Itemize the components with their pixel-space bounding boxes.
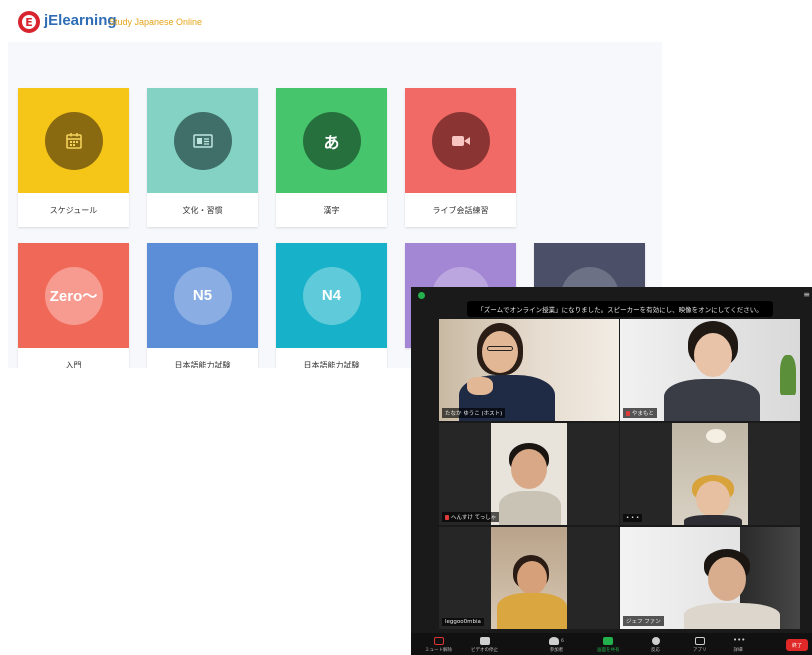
meeting-banner: 「ズームでオンライン授業」になりました。スピーカーを有効にし、映像をオンにしてく… [467, 301, 773, 317]
share-screen-button[interactable]: 画面を共有 [597, 637, 620, 653]
logo-letter: E [22, 15, 36, 29]
participant-name-tag: やまもと [623, 408, 657, 418]
card-tile: N5 [147, 243, 258, 348]
unmute-button[interactable]: ミュート解除 [425, 637, 452, 653]
card-tile [18, 88, 129, 193]
lamp-decoration [706, 429, 726, 443]
more-dots-icon: ••• [733, 636, 746, 644]
course-card-culture[interactable]: 文化・習慣 [147, 88, 258, 227]
video-camera-icon [479, 637, 490, 645]
logo-icon[interactable]: E [18, 11, 40, 33]
share-screen-icon [603, 637, 614, 645]
apps-icon [694, 637, 705, 645]
card-tile [147, 88, 258, 193]
course-card-live-conversation[interactable]: ライブ会話練習 [405, 88, 516, 227]
zoom-meeting-window: ≡ 「ズームでオンライン授業」になりました。スピーカーを有効にし、映像をオンにし… [411, 287, 812, 655]
card-tile: Zero～ [18, 243, 129, 348]
course-card-jlpt-n4[interactable]: N4 日本語能力試験 [276, 243, 387, 368]
app-name[interactable]: jElearning [44, 12, 117, 29]
participants-icon [549, 637, 559, 645]
stop-video-button[interactable]: ビデオの停止 [471, 637, 498, 653]
more-button[interactable]: ••• 詳細 [733, 636, 746, 654]
apps-button[interactable]: アプリ [693, 637, 707, 653]
card-label: ライブ会話練習 [432, 205, 489, 215]
card-label: 入門 [65, 360, 82, 369]
card-tile [405, 88, 516, 193]
participant-name-tag: たなか ゆうこ (ホスト) [442, 408, 506, 418]
participants-button[interactable]: 6 参加者 [549, 637, 564, 653]
n4-badge: N4 [302, 266, 361, 325]
course-card-kanji[interactable]: あ 漢字 [276, 88, 387, 227]
lms-header: E jElearning Study Japanese Online [0, 0, 662, 42]
n5-badge-text: N5 [192, 287, 213, 304]
reactions-button[interactable]: 反応 [651, 637, 660, 653]
participant-name-tag: ジェフ ファン [623, 616, 664, 626]
security-shield-icon[interactable] [418, 292, 425, 299]
microphone-muted-icon [433, 637, 444, 645]
mic-muted-icon [445, 514, 449, 520]
view-toggle-icon[interactable]: ≡ [803, 290, 810, 299]
n4-badge-text: N4 [321, 287, 342, 304]
mic-muted-icon [626, 410, 630, 416]
video-tile-participant-2[interactable]: やまもと [620, 319, 800, 421]
video-camera-icon [431, 111, 490, 170]
card-label: 文化・習慣 [182, 205, 223, 215]
meeting-toolbar: ミュート解除 ビデオの停止 6 参加者 画面を共有 反応 アプリ ••• 詳細 [411, 633, 812, 655]
newspaper-icon [173, 111, 232, 170]
hiragana-a-glyph: あ [323, 132, 340, 152]
video-tile-participant-4[interactable]: • • • [620, 423, 800, 525]
participant-name-tag: • • • [623, 514, 643, 522]
app-tagline: Study Japanese Online [109, 17, 203, 27]
video-tile-participant-5[interactable]: leggoo0mbia [439, 527, 619, 629]
participant-name-tag: へんすけ てっしゃ [442, 512, 500, 522]
course-card-intro[interactable]: Zero～ 入門 [18, 243, 129, 368]
zero-badge: Zero～ [44, 266, 103, 325]
hiragana-a-icon: あ [302, 111, 361, 170]
calendar-icon [44, 111, 103, 170]
card-tile: あ [276, 88, 387, 193]
n5-badge: N5 [173, 266, 232, 325]
participant-name-tag: leggoo0mbia [442, 618, 484, 626]
end-meeting-button[interactable]: 終了 [786, 639, 808, 651]
video-tile-participant-6[interactable]: ジェフ ファン [620, 527, 800, 629]
reactions-icon [651, 637, 660, 645]
course-card-schedule[interactable]: スケジュール [18, 88, 129, 227]
card-label: 日本語能力試験 [174, 360, 231, 369]
video-tile-participant-1[interactable]: たなか ゆうこ (ホスト) [439, 319, 619, 421]
card-label: 日本語能力試験 [303, 360, 360, 369]
course-card-jlpt-n5[interactable]: N5 日本語能力試験 [147, 243, 258, 368]
zero-badge-text: Zero～ [49, 288, 98, 305]
video-tile-participant-3[interactable]: へんすけ てっしゃ [439, 423, 619, 525]
plant-decoration [780, 355, 796, 395]
card-tile: N4 [276, 243, 387, 348]
card-label: 漢字 [323, 205, 340, 215]
participants-count: 6 [561, 638, 564, 644]
card-label: スケジュール [49, 205, 98, 215]
